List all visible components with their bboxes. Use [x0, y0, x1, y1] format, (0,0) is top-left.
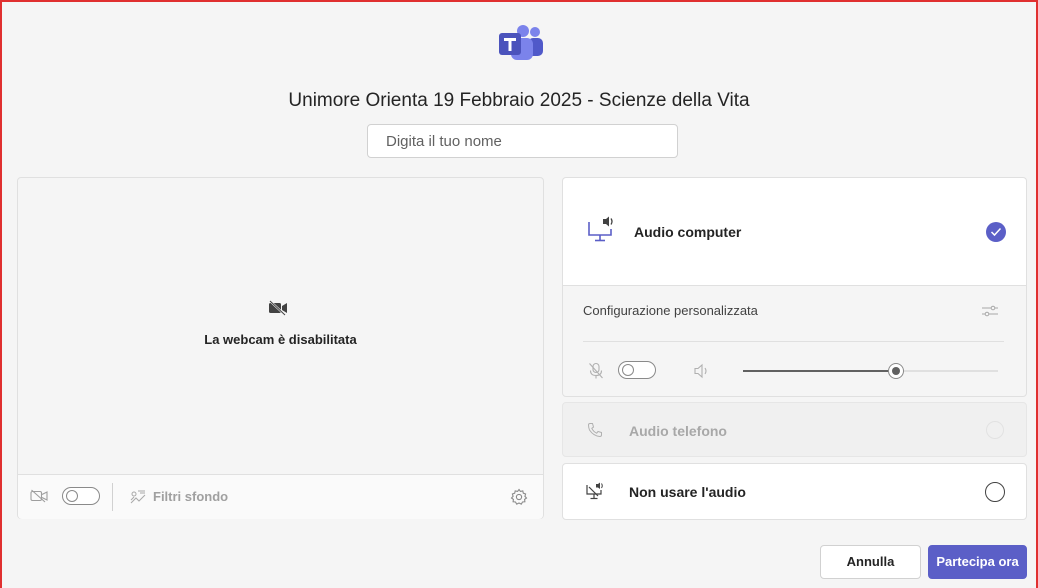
- toggle-knob: [66, 490, 78, 502]
- join-now-button[interactable]: Partecipa ora: [928, 545, 1027, 579]
- video-preview-area: La webcam è disabilitata: [18, 178, 543, 474]
- selected-check-icon: [986, 222, 1006, 242]
- camera-off-icon: [269, 300, 287, 316]
- settings-sliders-icon[interactable]: [981, 302, 999, 320]
- background-filters-button[interactable]: Filtri sfondo: [153, 489, 228, 504]
- teams-logo-icon: [499, 25, 543, 60]
- phone-icon: [587, 423, 602, 438]
- audio-phone-radio: [986, 421, 1004, 439]
- audio-computer-option[interactable]: Audio computer: [562, 177, 1027, 285]
- camera-toggle[interactable]: [62, 487, 100, 505]
- gear-icon[interactable]: [510, 488, 528, 506]
- video-preview-panel: La webcam è disabilitata Filtri sfondo: [17, 177, 544, 519]
- meeting-title: Unimore Orienta 19 Febbraio 2025 - Scien…: [288, 90, 750, 111]
- name-input[interactable]: [367, 124, 678, 158]
- no-audio-radio[interactable]: [985, 482, 1005, 502]
- audio-computer-label: Audio computer: [634, 224, 742, 240]
- audio-phone-option: Audio telefono: [562, 402, 1027, 457]
- computer-speaker-icon: [588, 216, 613, 242]
- camera-status-text: La webcam è disabilitata: [204, 332, 357, 347]
- no-audio-label: Non usare l'audio: [629, 484, 746, 500]
- divider: [112, 483, 113, 511]
- mic-off-icon: [589, 362, 603, 379]
- video-controls-bar: Filtri sfondo: [18, 474, 543, 519]
- custom-config-label: Configurazione personalizzata: [583, 303, 758, 318]
- volume-slider-thumb[interactable]: [888, 363, 904, 379]
- volume-slider-fill: [743, 370, 896, 372]
- no-audio-option[interactable]: Non usare l'audio: [562, 463, 1027, 520]
- toggle-knob: [622, 364, 634, 376]
- audio-phone-label: Audio telefono: [629, 423, 727, 439]
- volume-slider[interactable]: [743, 363, 998, 379]
- speaker-icon: [694, 363, 707, 379]
- cancel-button[interactable]: Annulla: [820, 545, 921, 579]
- no-audio-icon: [586, 482, 603, 500]
- custom-audio-config-panel: Configurazione personalizzata: [562, 285, 1027, 397]
- background-filter-icon: [130, 490, 146, 504]
- divider: [583, 341, 1004, 342]
- camera-off-icon: [30, 489, 48, 503]
- mic-toggle[interactable]: [618, 361, 656, 379]
